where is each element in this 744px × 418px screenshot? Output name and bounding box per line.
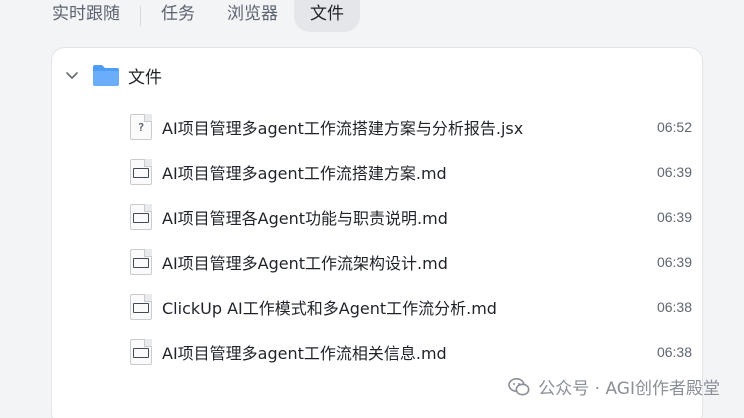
watermark-text: 公众号 · AGI创作者殿堂 xyxy=(538,379,720,399)
md-glyph xyxy=(133,212,149,223)
list-item[interactable]: ? AI项目管理多agent工作流搭建方案与分析报告.jsx 06:52 xyxy=(130,104,692,149)
file-name: AI项目管理多Agent工作流架构设计.md xyxy=(162,253,448,273)
markdown-file-icon xyxy=(130,158,152,185)
list-item[interactable]: AI项目管理多agent工作流搭建方案.md 06:39 xyxy=(130,149,692,194)
tab-browser[interactable]: 浏览器 xyxy=(211,0,294,32)
tab-bar: 实时跟随 任务 浏览器 文件 xyxy=(32,0,744,32)
tab-tasks[interactable]: 任务 xyxy=(145,0,211,32)
md-glyph xyxy=(133,257,149,268)
file-name: AI项目管理多agent工作流搭建方案.md xyxy=(162,163,447,183)
folder-label: 文件 xyxy=(128,67,162,88)
file-name: AI项目管理多agent工作流搭建方案与分析报告.jsx xyxy=(162,118,524,138)
files-panel: 文件 ? AI项目管理多agent工作流搭建方案与分析报告.jsx 06:52 … xyxy=(51,47,703,418)
tab-files[interactable]: 文件 xyxy=(294,0,360,32)
md-glyph xyxy=(133,302,149,313)
md-glyph xyxy=(133,347,149,358)
file-name: AI项目管理多agent工作流相关信息.md xyxy=(162,343,447,363)
tab-divider xyxy=(140,6,141,26)
md-glyph xyxy=(133,167,149,178)
markdown-file-icon xyxy=(130,338,152,365)
tab-live-follow[interactable]: 实时跟随 xyxy=(36,0,136,32)
wechat-icon xyxy=(508,377,530,395)
file-time: 06:52 xyxy=(656,118,692,135)
file-time: 06:39 xyxy=(656,208,692,225)
file-time: 06:39 xyxy=(656,163,692,180)
unknown-file-icon: ? xyxy=(130,113,152,140)
file-glyph: ? xyxy=(137,120,145,134)
markdown-file-icon xyxy=(130,203,152,230)
file-name: ClickUp AI工作模式和多Agent工作流分析.md xyxy=(162,298,497,318)
watermark: 公众号 · AGI创作者殿堂 xyxy=(508,374,720,399)
file-time: 06:38 xyxy=(656,343,692,360)
file-time: 06:39 xyxy=(656,253,692,270)
file-time: 06:38 xyxy=(656,298,692,315)
folder-row[interactable]: 文件 xyxy=(64,60,162,90)
file-name: AI项目管理各Agent功能与职责说明.md xyxy=(162,208,448,228)
file-list: ? AI项目管理多agent工作流搭建方案与分析报告.jsx 06:52 AI项… xyxy=(130,104,692,374)
markdown-file-icon xyxy=(130,293,152,320)
list-item[interactable]: AI项目管理各Agent功能与职责说明.md 06:39 xyxy=(130,194,692,239)
list-item[interactable]: ClickUp AI工作模式和多Agent工作流分析.md 06:38 xyxy=(130,284,692,329)
chevron-down-icon[interactable] xyxy=(64,67,80,83)
markdown-file-icon xyxy=(130,248,152,275)
left-margin xyxy=(0,0,32,418)
folder-icon xyxy=(93,65,119,86)
list-item[interactable]: AI项目管理多Agent工作流架构设计.md 06:39 xyxy=(130,239,692,284)
list-item[interactable]: AI项目管理多agent工作流相关信息.md 06:38 xyxy=(130,329,692,374)
